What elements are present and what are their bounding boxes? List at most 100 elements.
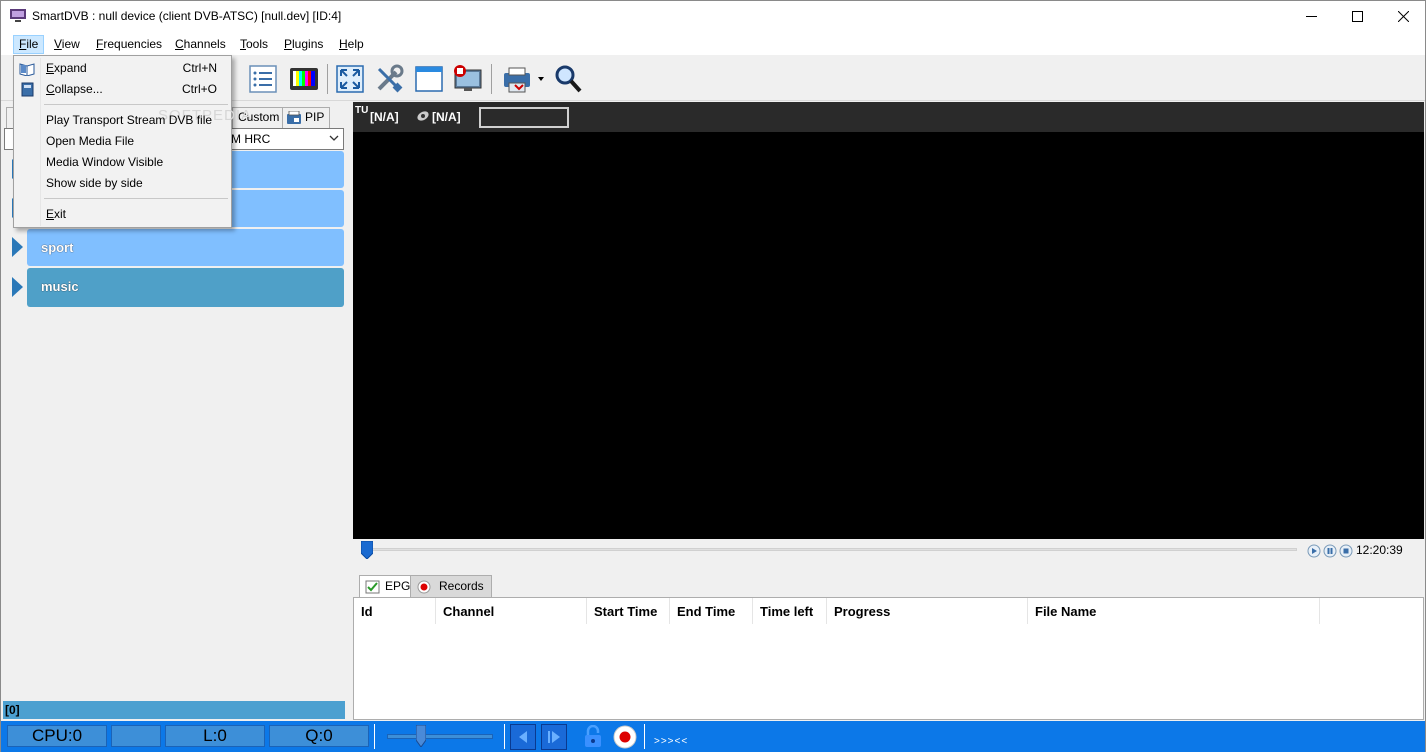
settings-tools-icon <box>377 64 404 93</box>
smartdvb-app-icon <box>10 9 26 22</box>
menu-item-label: Media Window Visible <box>46 155 164 169</box>
playback-time: 12:20:39 <box>1356 543 1403 557</box>
record-dot-icon <box>417 580 431 594</box>
lock-button[interactable] <box>580 724 606 750</box>
menu-channels[interactable]: Channels <box>169 35 232 54</box>
tuner-icon: TU <box>355 105 369 116</box>
previous-channel-button[interactable] <box>510 724 536 750</box>
frequency-select-value: M HRC <box>231 132 271 146</box>
menu-item-label: Play Transport Stream DVB file <box>46 113 213 127</box>
bottom-tabs: EPG Records <box>353 573 1424 598</box>
menu-view[interactable]: View <box>48 35 86 54</box>
close-button[interactable] <box>1380 1 1426 32</box>
status-separator <box>374 724 375 749</box>
menu-item-expand[interactable]: Expand Ctrl+N <box>14 58 231 79</box>
video-display[interactable] <box>353 132 1424 539</box>
menu-item-media-window-visible[interactable]: Media Window Visible <box>14 152 231 173</box>
channel-group-label: sport <box>41 240 74 255</box>
search-button[interactable] <box>552 63 584 95</box>
volume-slider-track[interactable] <box>387 734 493 739</box>
menu-item-label: Exit <box>46 207 67 221</box>
menu-item-show-side-by-side[interactable]: Show side by side <box>14 173 231 194</box>
tab-records[interactable]: Records <box>410 575 492 597</box>
tab-pip-label: PIP <box>305 110 325 124</box>
tuner-status: [N/A] <box>370 110 399 124</box>
column-header-progress[interactable]: Progress <box>827 598 1028 624</box>
book-open-icon <box>19 63 35 76</box>
column-header-file-name[interactable]: File Name <box>1028 598 1320 624</box>
menu-item-shortcut: Ctrl+N <box>182 61 217 75</box>
volume-slider-thumb[interactable] <box>416 725 426 747</box>
menu-separator <box>44 198 228 199</box>
stop-icon[interactable] <box>1339 544 1353 558</box>
menu-item-label: Open Media File <box>46 134 135 148</box>
record-button[interactable] <box>612 724 638 750</box>
playback-bar: 12:20:39 <box>353 539 1424 563</box>
video-info-bar: TU [N/A] [N/A] <box>353 102 1424 132</box>
channel-input[interactable] <box>479 107 569 128</box>
play-icon[interactable] <box>1307 544 1321 558</box>
close-icon <box>1397 11 1409 22</box>
menu-item-label: Show side by side <box>46 176 143 190</box>
channel-group-label: music <box>41 279 79 294</box>
seek-thumb[interactable] <box>361 541 373 559</box>
printer-dropdown-icon <box>504 67 544 93</box>
menu-item-exit[interactable]: Exit <box>14 204 231 225</box>
menu-frequencies[interactable]: Frequencies <box>90 35 168 54</box>
seek-track[interactable] <box>369 548 1297 551</box>
menu-separator <box>44 104 228 105</box>
window-icon <box>415 66 443 92</box>
next-channel-button[interactable] <box>541 724 567 750</box>
arrow-right-icon <box>548 731 560 743</box>
tab-epg[interactable]: EPG <box>359 575 416 598</box>
menu-plugins[interactable]: Plugins <box>278 35 329 54</box>
menu-item-collapse[interactable]: Collapse... Ctrl+O <box>14 79 231 100</box>
column-header-id[interactable]: Id <box>354 598 436 624</box>
minimize-button[interactable] <box>1288 1 1334 32</box>
tv-screen-icon <box>290 68 318 90</box>
menu-item-play-transport-stream[interactable]: Play Transport Stream DVB file <box>14 110 231 131</box>
toolbar-separator <box>491 64 492 94</box>
channel-list-button[interactable] <box>247 63 279 95</box>
cpu-indicator: CPU:0 <box>7 725 107 747</box>
tv-screen-button[interactable] <box>288 63 320 95</box>
maximize-button[interactable] <box>1334 1 1380 32</box>
menu-item-open-media-file[interactable]: Open Media File <box>14 131 231 152</box>
column-header-start-time[interactable]: Start Time <box>587 598 670 624</box>
arrow-left-icon <box>519 731 527 743</box>
book-closed-icon <box>21 82 34 97</box>
lock-icon <box>585 725 601 747</box>
status-separator <box>504 724 505 749</box>
status-text: >>><< <box>654 736 689 747</box>
file-menu-dropdown: SOFTPEDIA Expand Ctrl+N Collapse... Ctrl… <box>13 55 251 228</box>
expand-arrow-icon[interactable] <box>11 237 24 257</box>
window-button[interactable] <box>413 63 445 95</box>
satellite-dish-icon <box>417 111 429 121</box>
channel-group-sport[interactable]: sport <box>27 229 344 266</box>
record-monitor-icon <box>454 65 482 91</box>
column-header-channel[interactable]: Channel <box>436 598 587 624</box>
record-monitor-button[interactable] <box>451 63 483 95</box>
menu-item-label: Collapse... <box>46 82 103 96</box>
search-icon <box>555 65 582 93</box>
tab-records-label: Records <box>439 579 484 593</box>
pause-icon[interactable] <box>1323 544 1337 558</box>
menu-item-shortcut: Ctrl+O <box>181 82 217 96</box>
window-title: SmartDVB : null device (client DVB-ATSC)… <box>32 9 342 23</box>
channel-count-text: [0] <box>5 703 20 717</box>
epg-icon <box>365 580 380 594</box>
menu-item-label: Expand <box>46 61 87 75</box>
column-header-end-time[interactable]: End Time <box>670 598 753 624</box>
status-bar: CPU:0 L:0 Q:0 >>><< <box>1 721 1425 752</box>
expand-arrow-icon[interactable] <box>11 277 24 297</box>
channel-list-icon <box>249 65 277 93</box>
menu-tools[interactable]: Tools <box>234 35 274 54</box>
settings-button[interactable] <box>373 63 405 95</box>
menu-file[interactable]: File <box>13 35 45 54</box>
fullscreen-button[interactable] <box>334 63 366 95</box>
print-dropdown-button[interactable] <box>501 63 547 95</box>
tab-pip[interactable]: PIP <box>282 107 331 128</box>
channel-group-music[interactable]: music <box>27 268 344 307</box>
column-header-time-left[interactable]: Time left <box>753 598 827 624</box>
menu-help[interactable]: Help <box>333 35 370 54</box>
